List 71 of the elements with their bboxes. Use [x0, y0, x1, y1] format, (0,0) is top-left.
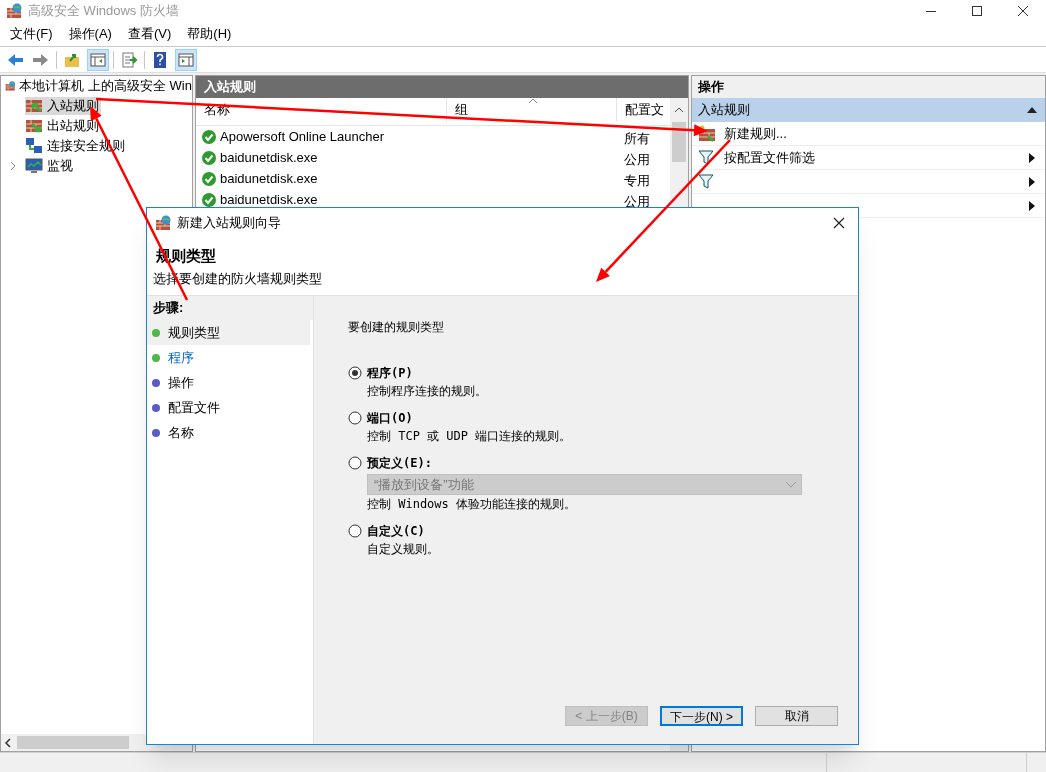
chevron-down-icon	[785, 480, 797, 489]
radio-button[interactable]	[348, 524, 362, 538]
section-header[interactable]: 入站规则	[692, 98, 1045, 122]
option-description: 控制 TCP 或 UDP 端口连接的规则。	[367, 428, 573, 445]
firewall-icon	[5, 78, 16, 94]
menu-item[interactable]: 查看(V)	[119, 24, 180, 44]
pane-button[interactable]	[175, 48, 197, 71]
maximize-icon	[972, 6, 982, 16]
menu-item[interactable]: 帮助(H)	[179, 24, 240, 44]
step-item[interactable]: 名称	[147, 420, 310, 445]
table-cell-text: baidunetdisk.exe	[220, 190, 318, 209]
monitor-icon	[25, 157, 43, 175]
step-item[interactable]: 程序	[147, 345, 310, 370]
radio-option[interactable]: 预定义(E):	[348, 454, 858, 472]
firewall-icon	[155, 215, 171, 231]
check-icon	[202, 129, 216, 144]
menu-item[interactable]: 文件(F)	[2, 24, 61, 44]
pane-button[interactable]	[87, 48, 109, 71]
radio-option[interactable]: 程序(P)	[348, 364, 858, 382]
table-cell-text: baidunetdisk.exe	[220, 148, 318, 167]
check-icon	[202, 150, 216, 165]
expand-icon[interactable]	[9, 161, 17, 171]
check-icon	[202, 171, 216, 186]
table-cell-text: 公用	[623, 150, 651, 169]
inbound-wall-icon	[25, 97, 43, 115]
window-title: 高级安全 Windows 防火墙	[28, 2, 179, 21]
column-header[interactable]: 组	[446, 98, 616, 122]
export-icon	[120, 50, 138, 69]
prompt-text: 要创建的规则类型	[348, 319, 445, 336]
scroll-up-icon	[674, 106, 684, 114]
wizard-button[interactable]: 取消	[755, 706, 838, 726]
sort-icon	[528, 98, 538, 104]
help-icon	[151, 50, 169, 69]
collapse-icon	[1027, 107, 1037, 113]
close-icon	[832, 216, 846, 230]
table-cell-text: Apowersoft Online Launcher	[220, 127, 385, 146]
radio-option[interactable]: 端口(O)	[348, 409, 858, 427]
radio-button[interactable]	[348, 456, 362, 470]
tree-item[interactable]: 本地计算机 上的高级安全 Win	[19, 76, 192, 96]
steps-header: 步骤:	[147, 296, 313, 320]
firewall-icon	[6, 3, 22, 19]
table-cell-text: 专用	[623, 171, 651, 190]
close-icon	[1018, 6, 1028, 16]
minimize-icon	[926, 10, 936, 12]
radio-option[interactable]: 自定义(C)	[348, 522, 858, 540]
table-cell-text: baidunetdisk.exe	[220, 169, 318, 188]
radio-button[interactable]	[348, 411, 362, 425]
option-description: 自定义规则。	[367, 541, 440, 558]
radio-button[interactable]	[348, 366, 362, 380]
pane-icon	[177, 50, 195, 69]
table-cell-text: 公用	[623, 192, 651, 211]
outbound-wall-icon	[25, 117, 43, 135]
pane-icon	[89, 50, 107, 69]
option-description: 控制程序连接的规则。	[367, 383, 488, 400]
computers-icon	[25, 137, 43, 155]
scrollbar-thumb[interactable]	[17, 736, 129, 749]
step-item[interactable]: 规则类型	[147, 320, 310, 345]
action-item[interactable]: 按配置文件筛选	[692, 146, 1045, 170]
step-item[interactable]: 配置文件	[147, 395, 310, 420]
menu-item[interactable]: 操作(A)	[60, 24, 120, 44]
tree-item[interactable]: 监视	[25, 157, 75, 175]
panel-header: 入站规则	[196, 76, 688, 98]
filter-icon	[698, 172, 716, 191]
dialog-title: 新建入站规则向导	[177, 214, 281, 233]
step-item[interactable]: 操作	[147, 370, 310, 395]
wizard-button[interactable]: 下一步(N) >	[660, 706, 743, 726]
option-description: 控制 Windows 体验功能连接的规则。	[367, 496, 578, 513]
tree-item[interactable]: 入站规则	[25, 97, 101, 115]
table-cell-text: 所有	[623, 129, 651, 148]
panel-header: 操作	[692, 76, 1045, 98]
scrollbar-thumb[interactable]	[672, 122, 686, 162]
